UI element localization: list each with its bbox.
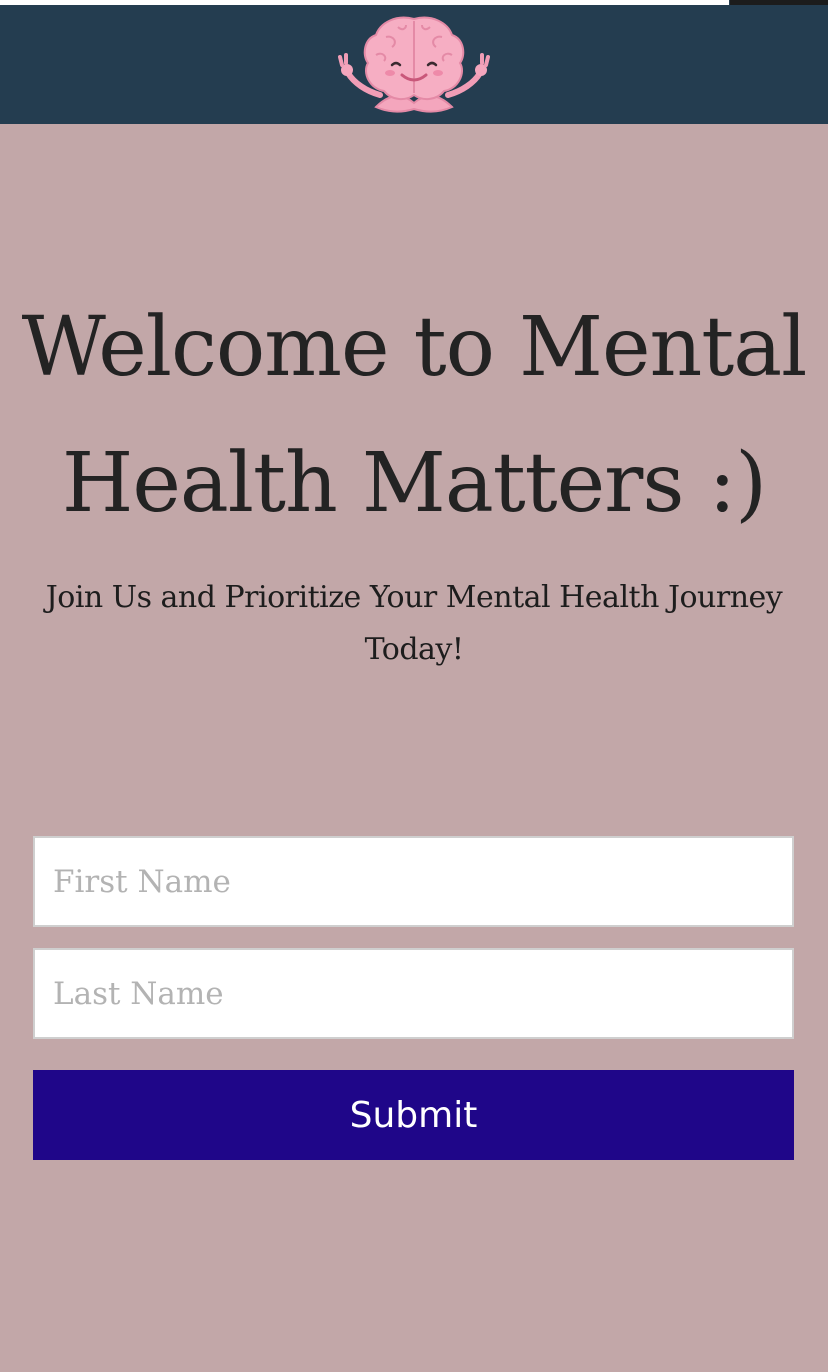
submit-button[interactable]: Submit bbox=[33, 1070, 794, 1160]
hero-subtitle: Join Us and Prioritize Your Mental Healt… bbox=[45, 580, 783, 667]
first-name-input[interactable] bbox=[33, 836, 794, 927]
last-name-input[interactable] bbox=[33, 948, 794, 1039]
hero-title: Welcome to Mental Health Matters :) bbox=[21, 300, 808, 531]
site-header bbox=[0, 5, 828, 124]
meditating-brain-icon[interactable] bbox=[336, 15, 492, 115]
